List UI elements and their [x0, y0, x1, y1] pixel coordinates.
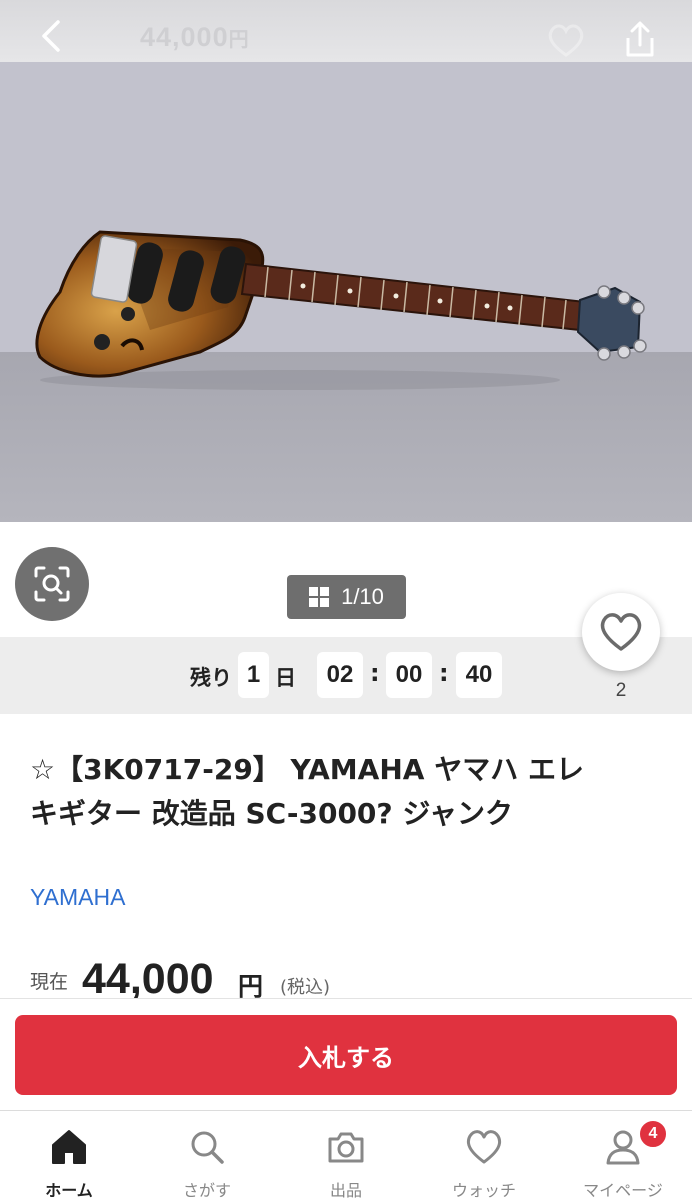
search-icon — [191, 1131, 224, 1164]
electric-guitar-photo — [0, 62, 692, 522]
price-value: 44,000 — [82, 955, 214, 1003]
image-counter-text: 1/10 — [341, 584, 384, 609]
camera-icon — [328, 1132, 364, 1163]
countdown-days: 1 — [238, 652, 269, 698]
watch-button[interactable] — [582, 593, 660, 671]
heart-icon — [466, 1130, 502, 1164]
tab-label: 出品 — [329, 1181, 362, 1200]
tab-label: ホーム — [45, 1181, 93, 1200]
tab-sell[interactable]: 出品 — [277, 1111, 415, 1200]
tab-label: マイページ — [583, 1181, 663, 1200]
time-left-label: 残り — [190, 666, 232, 690]
tax-included-label: (税込) — [280, 977, 331, 998]
user-icon — [606, 1130, 640, 1165]
bottom-tab-bar: ホーム さがす 出品 ウォッチ 4 マイページ — [0, 1110, 692, 1200]
watch-count: 2 — [615, 680, 627, 701]
current-price: 現在 44,000 円 (税込) — [30, 955, 670, 1003]
product-photo[interactable] — [0, 62, 692, 522]
top-header: 44,000円 — [0, 0, 692, 62]
image-search-icon — [34, 566, 70, 602]
bid-button[interactable]: 入札する — [15, 1015, 677, 1095]
image-counter[interactable]: 1/10 — [287, 575, 406, 619]
tab-label: さがす — [182, 1181, 231, 1200]
tab-search[interactable]: さがす — [138, 1111, 276, 1200]
bid-area: 入札する — [0, 998, 692, 1110]
notification-badge: 4 — [638, 1119, 668, 1149]
countdown-minutes: 00 — [386, 652, 432, 698]
chevron-left-icon[interactable] — [34, 18, 70, 54]
brand-link[interactable]: YAMAHA — [30, 884, 125, 911]
time-separator: : — [439, 659, 449, 687]
heart-outline-icon[interactable] — [546, 22, 586, 58]
share-icon[interactable] — [620, 20, 660, 60]
tab-home[interactable]: ホーム — [0, 1111, 138, 1200]
countdown-hours: 02 — [317, 652, 363, 698]
heart-outline-icon — [600, 613, 642, 651]
tab-label: ウォッチ — [451, 1181, 516, 1200]
product-title: ☆【3K0717-29】 YAMAHA ヤマハ エレキギター 改造品 SC-30… — [30, 753, 584, 830]
time-separator: : — [370, 659, 380, 687]
header-price: 44,000円 — [140, 22, 250, 52]
grid-icon — [309, 587, 330, 607]
price-label: 現在 — [30, 971, 69, 993]
countdown-seconds: 40 — [456, 652, 502, 698]
tab-mypage[interactable]: 4 マイページ — [554, 1111, 692, 1200]
tab-watch[interactable]: ウォッチ — [415, 1111, 553, 1200]
image-search-button[interactable] — [15, 547, 89, 621]
day-unit-label: 日 — [275, 666, 296, 690]
home-icon — [52, 1130, 86, 1164]
